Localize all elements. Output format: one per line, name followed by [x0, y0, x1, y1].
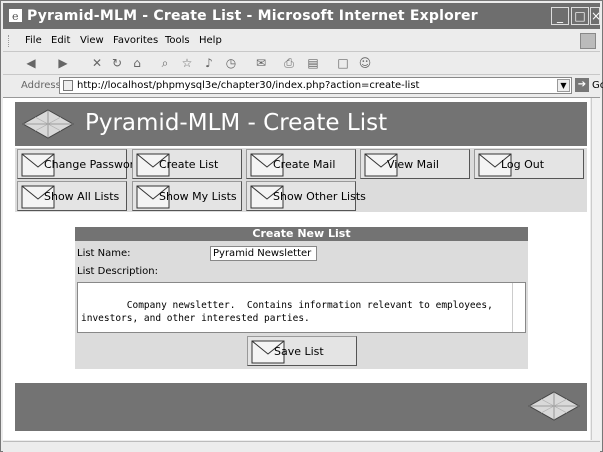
- list-name-label: List Name:: [77, 248, 131, 259]
- nav-label: Change Password: [44, 158, 141, 171]
- home-icon[interactable]: ⌂: [129, 55, 145, 71]
- form-heading: Create New List: [75, 227, 528, 241]
- save-list-label: Save List: [274, 345, 324, 358]
- create-list-form: Create New List List Name: List Descript…: [75, 227, 528, 369]
- change-password-button[interactable]: Change Password: [17, 149, 141, 179]
- history-icon[interactable]: ◷: [223, 55, 239, 71]
- pyramid-logo-icon: [21, 109, 75, 139]
- minimize-button[interactable]: _: [551, 7, 569, 25]
- menu-help[interactable]: Help: [199, 35, 222, 46]
- browser-window: e Pyramid-MLM - Create List - Microsoft …: [0, 0, 603, 452]
- chevron-down-icon[interactable]: ▼: [557, 79, 570, 92]
- back-icon[interactable]: ◀: [23, 55, 39, 71]
- show-other-lists-button[interactable]: Show Other Lists: [246, 181, 366, 211]
- close-button[interactable]: ×: [590, 7, 601, 25]
- status-bar: [3, 441, 600, 452]
- nav-label: View Mail: [387, 158, 439, 171]
- nav-label: Log Out: [501, 158, 545, 171]
- nav-label: Create Mail: [273, 158, 336, 171]
- list-description-textarea[interactable]: Company newsletter. Contains information…: [77, 282, 526, 333]
- address-bar: Address http://localhost/phpmysql3e/chap…: [3, 75, 603, 98]
- nav-row-1: Change Password Create List Create Mail: [15, 148, 587, 180]
- menu-tools[interactable]: Tools: [165, 35, 190, 46]
- search-icon[interactable]: ⌕: [157, 55, 173, 71]
- nav-label: Show All Lists: [44, 190, 120, 203]
- save-list-button[interactable]: Save List: [247, 336, 357, 366]
- mail-icon[interactable]: ✉: [253, 55, 269, 71]
- create-list-button[interactable]: Create List: [132, 149, 242, 179]
- window-title: Pyramid-MLM - Create List - Microsoft In…: [27, 8, 478, 24]
- show-all-lists-button[interactable]: Show All Lists: [17, 181, 127, 211]
- address-input[interactable]: http://localhost/phpmysql3e/chapter30/in…: [59, 77, 572, 94]
- menu-view[interactable]: View: [80, 35, 104, 46]
- refresh-icon[interactable]: ↻: [109, 55, 125, 71]
- maximize-button[interactable]: □: [571, 7, 589, 25]
- menu-edit[interactable]: Edit: [51, 35, 70, 46]
- menu-bar: File Edit View Favorites Tools Help: [3, 31, 600, 52]
- pyramid-logo-icon: [527, 391, 581, 421]
- edit-icon[interactable]: ▤: [305, 55, 321, 71]
- nav-label: Show My Lists: [159, 190, 237, 203]
- nav-label: Create List: [159, 158, 219, 171]
- page-icon: [63, 80, 73, 91]
- create-mail-button[interactable]: Create Mail: [246, 149, 356, 179]
- page-header: Pyramid-MLM - Create List: [15, 102, 587, 146]
- show-my-lists-button[interactable]: Show My Lists: [132, 181, 242, 211]
- log-out-button[interactable]: Log Out: [474, 149, 584, 179]
- page-title: Pyramid-MLM - Create List: [85, 110, 388, 136]
- list-name-input[interactable]: [210, 246, 317, 261]
- address-url[interactable]: http://localhost/phpmysql3e/chapter30/in…: [77, 80, 419, 91]
- print-icon[interactable]: ⎙: [281, 55, 297, 71]
- discuss-icon[interactable]: □: [335, 55, 351, 71]
- list-description-label: List Description:: [77, 266, 158, 277]
- media-icon[interactable]: ♪: [201, 55, 217, 71]
- messenger-icon[interactable]: ☺: [357, 55, 373, 71]
- menu-favorites[interactable]: Favorites: [113, 35, 158, 46]
- page-footer: [15, 383, 587, 431]
- stop-icon[interactable]: ✕: [89, 55, 105, 71]
- view-mail-button[interactable]: View Mail: [360, 149, 470, 179]
- address-label: Address: [21, 80, 61, 91]
- nav-row-2: Show All Lists Show My Lists Show Other …: [15, 180, 587, 212]
- svg-text:e: e: [12, 10, 19, 22]
- nav-label: Show Other Lists: [273, 190, 366, 203]
- toolbar: ◀ ▶ ✕ ↻ ⌂ ⌕ ☆ ♪ ◷ ✉ ⎙ ▤ □ ☺: [3, 52, 600, 75]
- forward-icon[interactable]: ▶: [55, 55, 71, 71]
- title-bar[interactable]: e Pyramid-MLM - Create List - Microsoft …: [3, 3, 601, 29]
- go-button[interactable]: Go: [592, 80, 603, 91]
- page-scrollbar[interactable]: [591, 98, 601, 440]
- go-arrow-icon[interactable]: ➔: [575, 78, 589, 92]
- windows-logo-icon: [580, 33, 596, 49]
- textarea-scrollbar[interactable]: [512, 283, 525, 332]
- menu-file[interactable]: File: [25, 35, 42, 46]
- favorites-icon[interactable]: ☆: [179, 55, 195, 71]
- ie-icon: e: [9, 9, 22, 22]
- page-content: Pyramid-MLM - Create List Change Passwor…: [3, 98, 590, 440]
- menu-grip: [8, 35, 12, 47]
- list-description-text: Company newsletter. Contains information…: [81, 300, 493, 324]
